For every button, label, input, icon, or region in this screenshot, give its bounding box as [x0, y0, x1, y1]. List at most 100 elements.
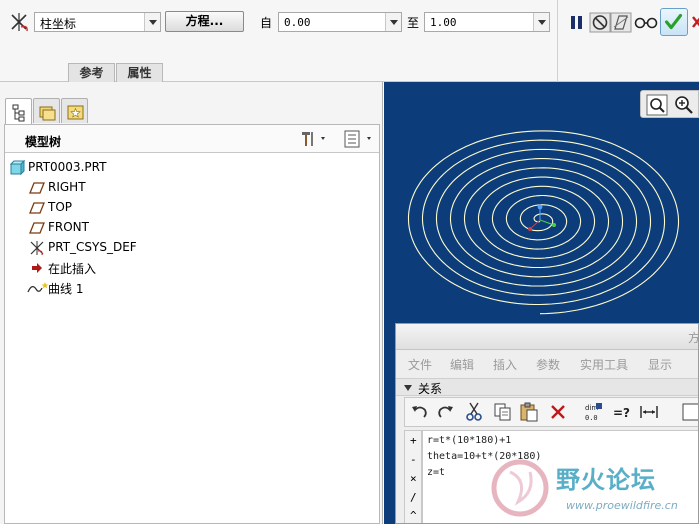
undo-icon[interactable] [409, 401, 431, 423]
relation-line: z=t [427, 467, 446, 478]
part-icon [9, 160, 25, 176]
from-value: 0.00 [284, 16, 311, 29]
tree-item-front[interactable]: FRONT [5, 218, 375, 238]
cut-icon[interactable] [463, 401, 485, 423]
relation-line: r=t*(10*180)+1 [427, 435, 512, 446]
copy-icon[interactable] [492, 401, 514, 423]
model-tree: 模型树 PRT0003.PRT RIGHT TOP FRONT PRT_CSYS… [4, 124, 380, 524]
tree-item-csys[interactable]: PRT_CSYS_DEF [5, 238, 375, 258]
checkmark-icon [664, 13, 683, 30]
equation-button[interactable]: 方程... [165, 11, 244, 32]
relations-toolbar: dim 0.0 =? [404, 397, 699, 427]
tree-item-label: 曲线 1 [48, 282, 84, 296]
folder-icon [39, 106, 56, 121]
axis-x-marker [552, 223, 556, 227]
to-value: 1.00 [430, 16, 457, 29]
curve-icon [27, 282, 49, 293]
dialog-menubar: 文件 编辑 插入 参数 实用工具 显示 [396, 351, 698, 375]
menu-utilities[interactable]: 实用工具 [580, 356, 628, 373]
tree-item-right[interactable]: RIGHT [5, 178, 375, 198]
multiply-operator-button[interactable]: × [410, 472, 417, 485]
plus-operator-button[interactable]: + [410, 434, 417, 447]
tree-item-label: PRT0003.PRT [28, 160, 107, 174]
verify-relations-icon[interactable]: =? [611, 401, 633, 423]
tree-item-curve[interactable]: 曲线 1 [5, 278, 375, 298]
refit-icon[interactable] [645, 93, 669, 117]
feature-dashboard: 柱坐标 方程... 自 0.00 至 1.00 参考 属性 [0, 0, 699, 82]
spiral-curve [407, 130, 680, 315]
insert-arrow-icon [32, 263, 42, 273]
pause-icon[interactable] [566, 10, 588, 34]
tree-item-label: RIGHT [48, 180, 86, 194]
power-operator-button[interactable]: ^ [410, 509, 417, 522]
cancel-icon[interactable] [692, 10, 699, 34]
chevron-down-icon[interactable] [385, 13, 401, 31]
tab-favorites[interactable] [61, 98, 88, 123]
coord-type-select[interactable]: 柱坐标 [34, 12, 161, 32]
tree-item-label: 在此插入 [48, 262, 97, 276]
menu-parameters[interactable]: 参数 [536, 356, 560, 373]
verify-glasses-icon[interactable] [633, 10, 659, 34]
start-point-marker [537, 204, 543, 210]
tab-folder-browser[interactable] [33, 98, 60, 123]
tree-item-label: TOP [48, 200, 73, 214]
svg-text:0.0: 0.0 [585, 414, 598, 422]
minus-operator-button[interactable]: - [410, 453, 417, 466]
chevron-down-icon[interactable] [144, 13, 160, 31]
evaluate-expression-icon[interactable]: dim 0.0 [583, 401, 605, 423]
navigator-panel: 模型树 PRT0003.PRT RIGHT TOP FRONT PRT_CSYS… [0, 82, 383, 524]
collapse-triangle-icon[interactable] [404, 385, 412, 391]
units-icon[interactable] [681, 401, 699, 423]
csys-icon[interactable] [8, 11, 32, 35]
tab-properties[interactable]: 属性 [116, 63, 163, 82]
operator-column: + - × / ^ [404, 430, 422, 523]
tree-item-top[interactable]: TOP [5, 198, 375, 218]
app-window: 柱坐标 方程... 自 0.00 至 1.00 参考 属性 模型树 PRT000… [0, 0, 699, 524]
tab-model-tree[interactable] [5, 98, 32, 124]
from-value-input[interactable]: 0.00 [278, 12, 402, 32]
model-tree-icon [12, 104, 25, 122]
geometry-preview-icon[interactable] [610, 10, 632, 34]
svg-text:=?: =? [613, 406, 630, 420]
to-value-input[interactable]: 1.00 [424, 12, 550, 32]
favorites-icon [67, 105, 84, 120]
to-label: 至 [407, 16, 420, 30]
axis-z-marker [528, 227, 532, 231]
watermark-url: www.proewildfire.cn [566, 499, 678, 512]
menu-insert[interactable]: 插入 [493, 356, 517, 373]
relation-line: theta=10+t*(20*180) [427, 451, 542, 462]
delete-icon[interactable] [547, 401, 569, 423]
tree-item-label: FRONT [48, 220, 89, 234]
model-tree-header: 模型树 [5, 125, 379, 153]
redo-icon[interactable] [434, 401, 456, 423]
dialog-title: 方 [687, 331, 699, 345]
no-preview-icon[interactable] [589, 10, 611, 34]
model-tree-title: 模型树 [25, 135, 62, 149]
tree-item-part[interactable]: PRT0003.PRT [5, 158, 375, 178]
dialog-titlebar[interactable]: 方 [396, 324, 699, 350]
relations-section-header[interactable]: 关系 [396, 378, 698, 396]
paste-icon[interactable] [518, 401, 540, 423]
coord-type-value: 柱坐标 [40, 17, 77, 31]
view-toolbar [640, 90, 699, 118]
ok-button[interactable] [660, 8, 688, 36]
sort-relations-icon[interactable] [638, 401, 660, 423]
zoom-in-icon[interactable] [672, 93, 696, 117]
divide-operator-button[interactable]: / [410, 491, 417, 504]
csys-icon [30, 241, 44, 256]
datum-plane-icon [29, 202, 45, 214]
tab-references[interactable]: 参考 [68, 63, 115, 82]
chevron-down-icon[interactable] [533, 13, 549, 31]
relations-section-label: 关系 [418, 382, 443, 396]
tree-item-insert-here[interactable]: 在此插入 [5, 258, 375, 278]
tree-item-label: PRT_CSYS_DEF [48, 240, 137, 254]
menu-edit[interactable]: 编辑 [450, 356, 474, 373]
menu-file[interactable]: 文件 [408, 356, 432, 373]
datum-plane-icon [29, 222, 45, 234]
show-menu-icon[interactable] [341, 129, 377, 149]
watermark-title: 野火论坛 [556, 466, 656, 494]
menu-show[interactable]: 显示 [648, 356, 672, 373]
datum-plane-icon [29, 182, 45, 194]
dashboard-controls: 柱坐标 方程... 自 0.00 至 1.00 参考 属性 [0, 0, 558, 82]
tree-settings-icon[interactable] [299, 129, 329, 149]
